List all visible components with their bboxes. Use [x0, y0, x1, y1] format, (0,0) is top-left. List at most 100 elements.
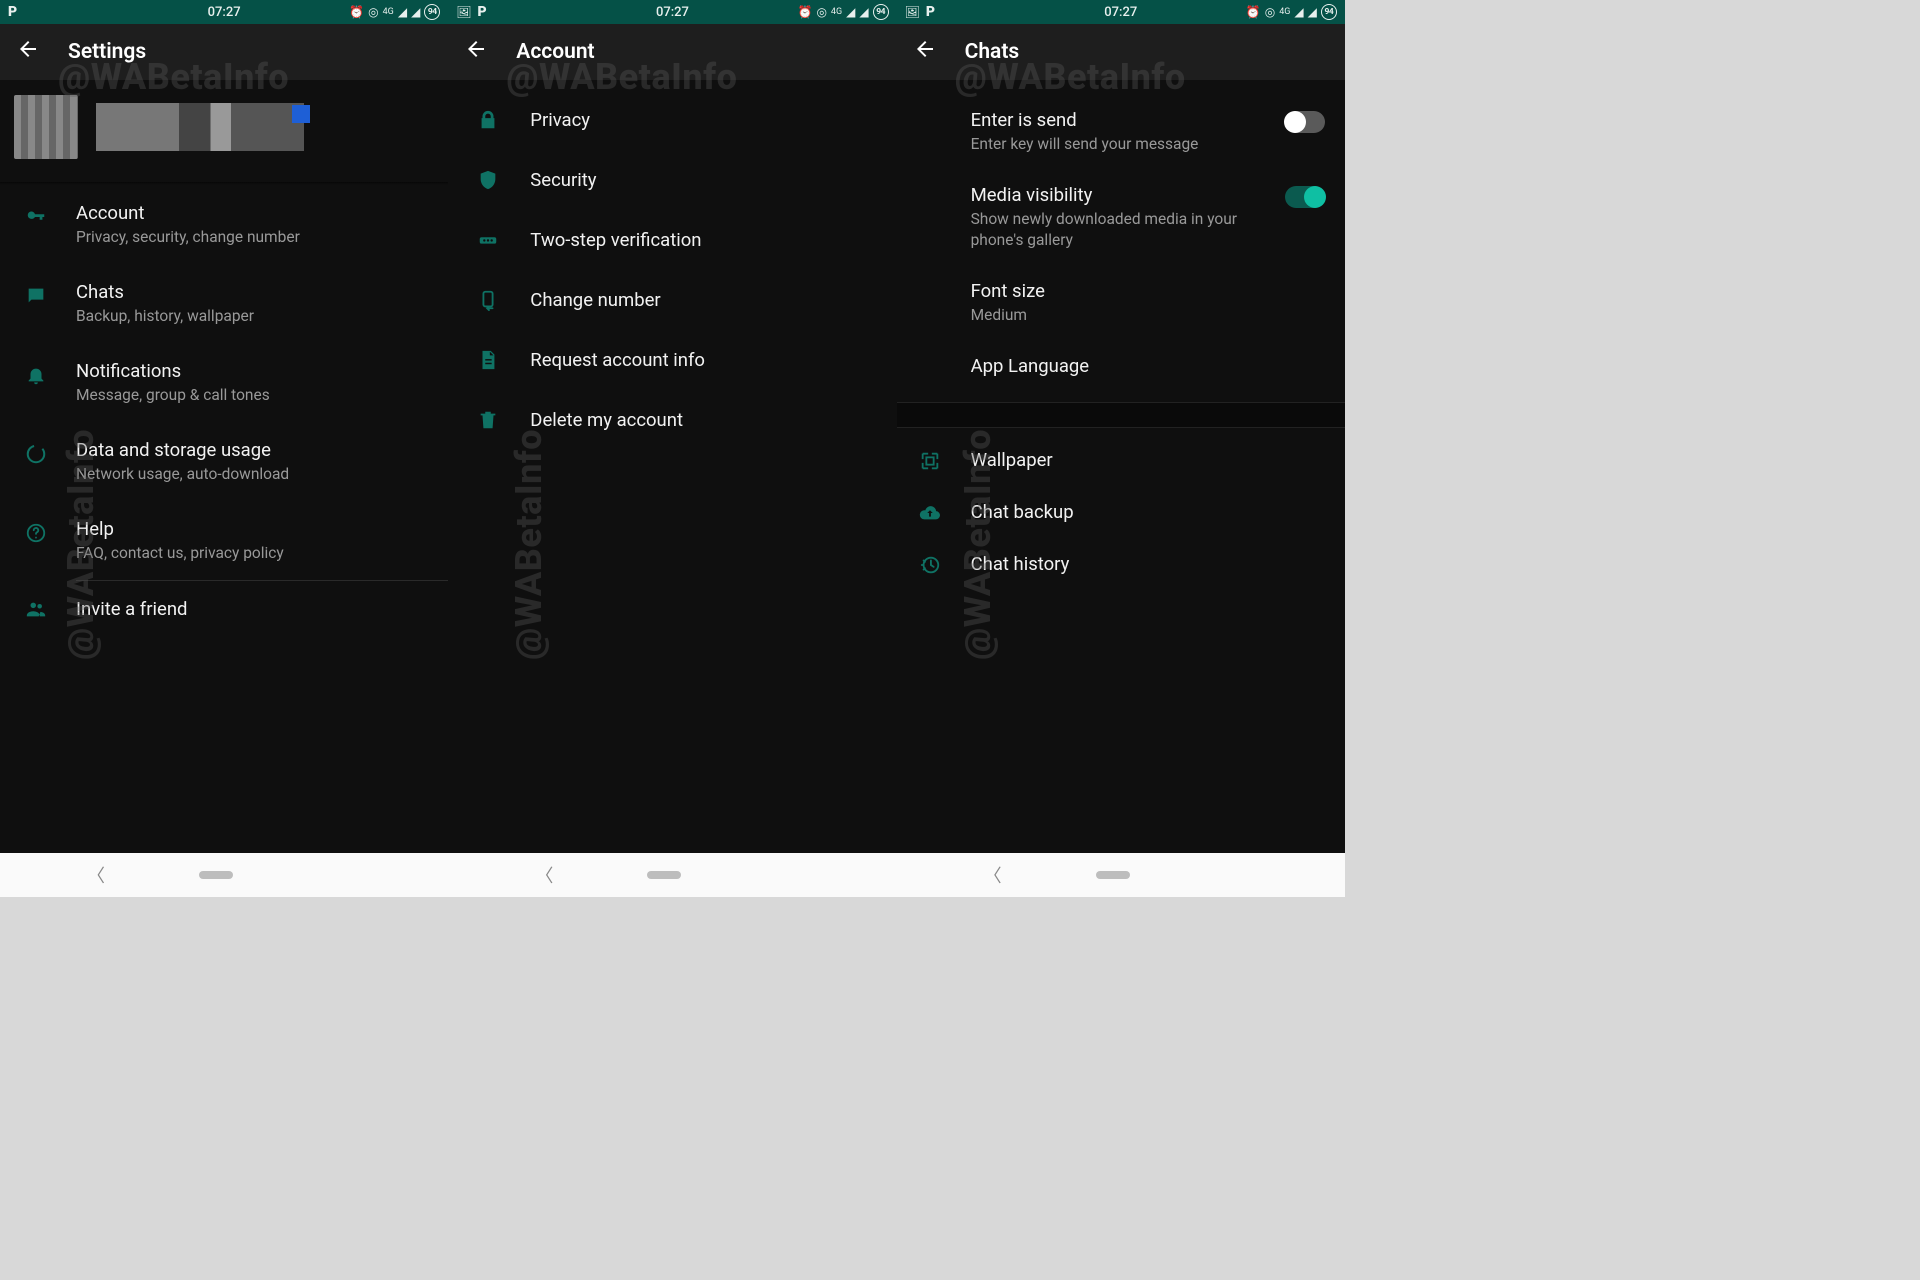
item-title: Notifications — [76, 359, 430, 383]
alarm-icon: ⏰ — [349, 5, 364, 19]
item-subtitle: Message, group & call tones — [76, 385, 430, 406]
signal-icon: ◢ — [846, 5, 855, 19]
pin-icon — [476, 228, 500, 252]
item-title: Chat history — [971, 552, 1315, 576]
item-title: App Language — [971, 354, 1315, 378]
account-item-delete[interactable]: Delete my account — [448, 390, 896, 450]
item-title: Help — [76, 517, 430, 541]
back-button[interactable] — [913, 37, 937, 67]
profile-row[interactable] — [0, 80, 448, 182]
nav-back-button[interactable]: 〈 — [87, 862, 105, 888]
item-title: Request account info — [530, 348, 705, 372]
hotspot-icon: ◎ — [368, 5, 378, 19]
nav-home-pill[interactable] — [1096, 871, 1130, 879]
item-title: Invite a friend — [76, 597, 430, 621]
android-nav-bar: 〈 — [0, 853, 448, 897]
item-title: Delete my account — [530, 408, 683, 432]
item-title: Enter is send — [971, 108, 1275, 132]
chat-icon — [24, 284, 48, 308]
account-item-change-number[interactable]: Change number — [448, 270, 896, 330]
settings-item-data[interactable]: Data and storage usage Network usage, au… — [0, 422, 448, 501]
chats-history[interactable]: Chat history — [897, 538, 1345, 590]
item-subtitle: Backup, history, wallpaper — [76, 306, 430, 327]
nav-home-pill[interactable] — [199, 871, 233, 879]
battery-badge: 94 — [1321, 4, 1337, 20]
account-item-security[interactable]: Security — [448, 150, 896, 210]
picture-icon: 🖼 — [456, 5, 471, 19]
sim-swap-icon — [476, 288, 500, 312]
header: Settings — [0, 24, 448, 80]
people-icon — [24, 597, 48, 621]
signal-icon: ◢ — [1308, 5, 1317, 19]
toggle-enter-send[interactable] — [1285, 111, 1325, 133]
back-button[interactable] — [464, 37, 488, 67]
app-indicator-icon: P — [478, 4, 487, 20]
account-item-privacy[interactable]: Privacy — [448, 90, 896, 150]
chats-wallpaper[interactable]: Wallpaper — [897, 434, 1345, 486]
lock-icon — [476, 108, 500, 132]
page-title: Chats — [965, 40, 1020, 64]
signal-icon: ◢ — [1294, 5, 1303, 19]
item-subtitle: Medium — [971, 305, 1315, 326]
nav-home-pill[interactable] — [647, 871, 681, 879]
section-divider — [897, 402, 1345, 428]
chats-media-visibility[interactable]: Media visibility Show newly downloaded m… — [897, 169, 1345, 265]
network-type: 4G — [383, 7, 394, 17]
profile-name-redacted — [96, 103, 304, 151]
item-subtitle: Enter key will send your message — [971, 134, 1275, 155]
toggle-media-visibility[interactable] — [1285, 186, 1325, 208]
item-title: Change number — [530, 288, 660, 312]
chats-app-language[interactable]: App Language — [897, 340, 1345, 392]
settings-item-account[interactable]: Account Privacy, security, change number — [0, 185, 448, 264]
network-type: 4G — [1279, 7, 1290, 17]
signal-icon: ◢ — [859, 5, 868, 19]
item-title: Data and storage usage — [76, 438, 430, 462]
wallpaper-icon — [919, 450, 971, 472]
help-icon — [24, 521, 48, 545]
chats-enter-is-send[interactable]: Enter is send Enter key will send your m… — [897, 94, 1345, 169]
back-button[interactable] — [16, 37, 40, 67]
item-subtitle: Privacy, security, change number — [76, 227, 430, 248]
settings-item-help[interactable]: Help FAQ, contact us, privacy policy — [0, 501, 448, 580]
chats-font-size[interactable]: Font size Medium — [897, 265, 1345, 340]
alarm-icon: ⏰ — [1246, 5, 1261, 19]
alarm-icon: ⏰ — [797, 5, 812, 19]
phone-settings: P 07:27 ⏰ ◎ 4G ◢ ◢ 94 Settings @WABetaIn… — [0, 0, 448, 897]
trash-icon — [476, 408, 500, 432]
account-item-request-info[interactable]: Request account info — [448, 330, 896, 390]
status-bar: 🖼 P 07:27 ⏰ ◎ 4G ◢ ◢ 94 — [448, 0, 896, 24]
status-time: 07:27 — [1104, 5, 1137, 20]
signal-icon: ◢ — [398, 5, 407, 19]
avatar — [14, 95, 78, 159]
header: Chats — [897, 24, 1345, 80]
phone-account: 🖼 P 07:27 ⏰ ◎ 4G ◢ ◢ 94 Account @WABetaI… — [448, 0, 896, 897]
app-indicator-icon: P — [926, 4, 935, 20]
item-title: Security — [530, 168, 596, 192]
cloud-upload-icon — [919, 502, 971, 524]
status-time: 07:27 — [208, 5, 241, 20]
bell-icon — [24, 363, 48, 387]
shield-icon — [476, 168, 500, 192]
hotspot-icon: ◎ — [1265, 5, 1275, 19]
nav-back-button[interactable]: 〈 — [535, 862, 553, 888]
page-title: Settings — [68, 40, 146, 64]
item-title: Two-step verification — [530, 228, 701, 252]
item-subtitle: Show newly downloaded media in your phon… — [971, 209, 1275, 251]
signal-icon: ◢ — [411, 5, 420, 19]
nav-back-button[interactable]: 〈 — [984, 862, 1002, 888]
page-title: Account — [516, 40, 594, 64]
item-title: Chats — [76, 280, 430, 304]
item-title: Privacy — [530, 108, 590, 132]
document-icon — [476, 348, 500, 372]
settings-item-notifications[interactable]: Notifications Message, group & call tone… — [0, 343, 448, 422]
item-title: Chat backup — [971, 500, 1315, 524]
picture-icon: 🖼 — [905, 5, 920, 19]
account-item-two-step[interactable]: Two-step verification — [448, 210, 896, 270]
item-title: Font size — [971, 279, 1315, 303]
status-time: 07:27 — [656, 5, 689, 20]
chats-backup[interactable]: Chat backup — [897, 486, 1345, 538]
settings-item-chats[interactable]: Chats Backup, history, wallpaper — [0, 264, 448, 343]
settings-item-invite[interactable]: Invite a friend — [0, 581, 448, 637]
header: Account — [448, 24, 896, 80]
item-title: Account — [76, 201, 430, 225]
